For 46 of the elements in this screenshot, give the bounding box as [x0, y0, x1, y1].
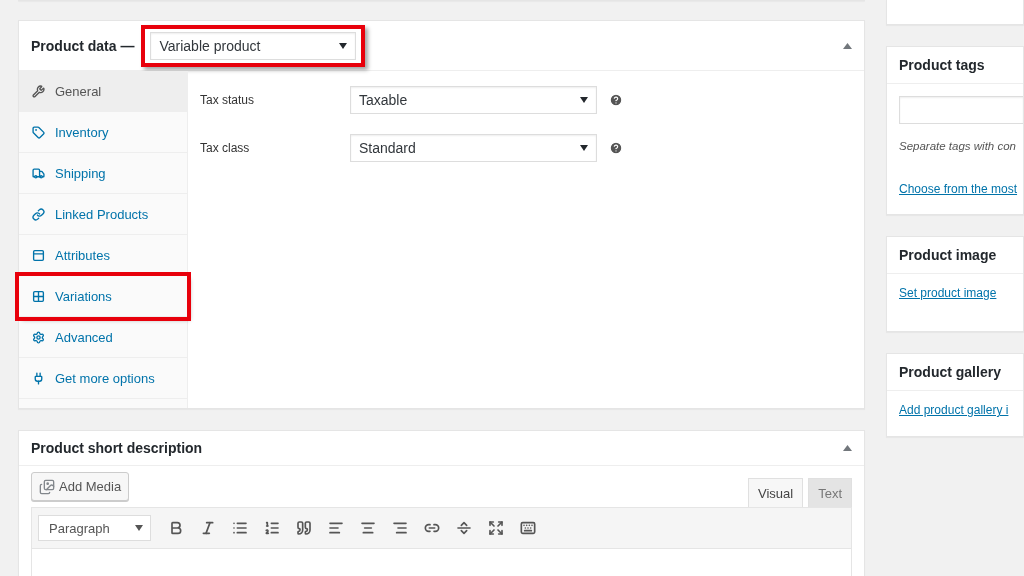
- align-right-icon[interactable]: [391, 520, 409, 536]
- caret-icon: [580, 97, 588, 103]
- panel-title: Product short description: [31, 440, 203, 456]
- panel-title: Product tags: [899, 57, 985, 73]
- align-center-icon[interactable]: [359, 520, 377, 536]
- format-select[interactable]: Paragraph: [38, 515, 151, 541]
- editor-tab[interactable]: Text: [808, 478, 852, 507]
- help-icon[interactable]: [609, 141, 623, 155]
- collapse-icon[interactable]: [843, 445, 852, 451]
- collapse-icon[interactable]: [843, 42, 852, 49]
- link-icon: [32, 207, 45, 221]
- product-type-select[interactable]: Variable product: [150, 31, 357, 60]
- panel-title: Product data —: [31, 37, 135, 54]
- add-media-button[interactable]: Add Media: [31, 472, 130, 501]
- tax-select[interactable]: Standard: [350, 134, 597, 162]
- help-icon[interactable]: [609, 93, 623, 107]
- separator-icon[interactable]: [455, 520, 473, 536]
- caret-icon: [339, 42, 348, 49]
- grid-icon: [32, 289, 45, 303]
- quote-icon[interactable]: [295, 520, 313, 536]
- media-icon: [39, 478, 55, 495]
- tag-icon: [32, 125, 45, 139]
- product-data-tab[interactable]: General: [19, 71, 187, 112]
- keyboard-icon[interactable]: [519, 520, 537, 536]
- field-label: Tax status: [200, 93, 256, 107]
- align-left-icon[interactable]: [327, 520, 345, 536]
- plug-icon: [32, 371, 45, 385]
- sidebar-link[interactable]: Set product image: [899, 286, 997, 300]
- panel-title: Product image: [899, 247, 997, 263]
- editor-tab[interactable]: Visual: [747, 478, 804, 507]
- bullet-list-icon[interactable]: [231, 520, 249, 536]
- tax-select[interactable]: Taxable: [350, 86, 597, 114]
- window-icon: [32, 248, 45, 262]
- field-label: Tax class: [200, 141, 251, 155]
- wrench-icon: [32, 84, 45, 98]
- fullscreen-icon[interactable]: [487, 520, 505, 536]
- numbered-list-icon[interactable]: [263, 520, 281, 536]
- gear-icon: [32, 330, 45, 344]
- tags-input-field[interactable]: [899, 96, 1023, 124]
- caret-icon: [580, 145, 588, 151]
- truck-icon: [32, 166, 45, 180]
- choose-tags-link[interactable]: Choose from the most: [899, 182, 1018, 196]
- caret-icon: [135, 525, 143, 531]
- sidebar-link[interactable]: Add product gallery i: [899, 403, 1009, 417]
- panel-title: Product gallery: [899, 364, 1001, 380]
- hint-text: Separate tags with con: [899, 140, 1016, 152]
